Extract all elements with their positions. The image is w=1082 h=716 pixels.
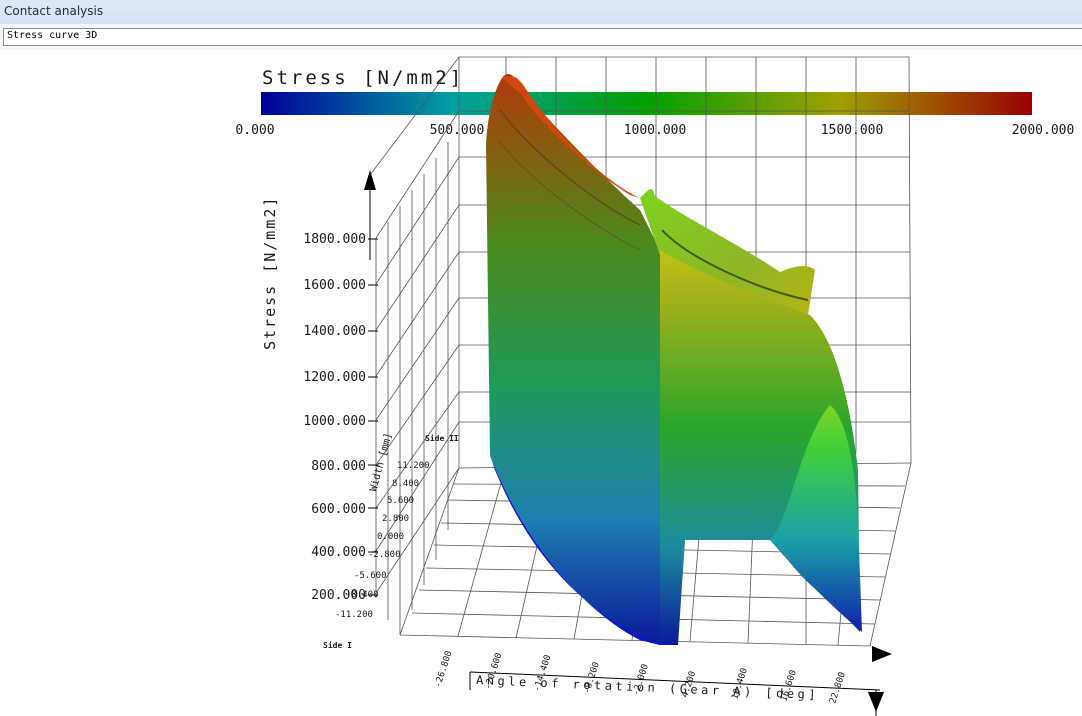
width-tick-1: 8.400 xyxy=(392,479,419,489)
z-axis-label: Stress [N/mm2] xyxy=(261,196,279,350)
colorbar-title: Stress [N/mm2] xyxy=(262,67,464,89)
width-tick-0: 11.200 xyxy=(397,461,430,471)
width-tick-3: 2.800 xyxy=(382,514,409,524)
view-selector-value: Stress curve 3D xyxy=(7,30,98,41)
width-tick-4: 0.000 xyxy=(377,532,404,542)
x-axis-arrow-icon xyxy=(872,646,892,662)
z-tick-400: 400.000 xyxy=(311,545,366,560)
z-tick-1800: 1800.000 xyxy=(303,232,366,247)
z-tick-1200: 1200.000 xyxy=(303,370,366,385)
toolbar: Stress curve 3D xyxy=(0,24,1082,50)
angle-tick-0: -26.800 xyxy=(433,650,454,689)
z-tick-1000: 1000.000 xyxy=(303,414,366,429)
z-axis: Stress [N/mm2] 200.000 400.000 600.000 8… xyxy=(261,196,378,603)
window-title: Contact analysis xyxy=(4,4,104,18)
angle-axis: -26.800 -20.600 -14.400 -8.200 -2.000 4.… xyxy=(433,650,848,705)
width-tick-8: -11.200 xyxy=(335,610,373,620)
side-i-label: Side I xyxy=(323,640,352,650)
side-ii-label: Side II xyxy=(425,433,459,443)
view-selector-dropdown[interactable]: Stress curve 3D xyxy=(3,28,1082,46)
stress-3d-plot[interactable]: Stress [N/mm2] 0.000 500.000 1000.000 15… xyxy=(0,50,1082,716)
z-tick-1600: 1600.000 xyxy=(303,278,366,293)
stress-3d-svg: Stress [N/mm2] 0.000 500.000 1000.000 15… xyxy=(235,56,1074,716)
colorbar-gradient xyxy=(261,92,1032,115)
colorbar-tick-0: 0.000 xyxy=(235,123,274,138)
colorbar: Stress [N/mm2] 0.000 500.000 1000.000 15… xyxy=(235,67,1074,138)
colorbar-tick-4: 2000.000 xyxy=(1012,123,1075,138)
colorbar-tick-2: 1000.000 xyxy=(624,123,687,138)
width-tick-2: 5.600 xyxy=(387,496,414,506)
z-tick-600: 600.000 xyxy=(311,502,366,517)
z-tick-1400: 1400.000 xyxy=(303,324,366,339)
width-tick-5: -2.800 xyxy=(368,550,401,560)
colorbar-tick-1: 500.000 xyxy=(430,123,485,138)
colorbar-tick-3: 1500.000 xyxy=(821,123,884,138)
width-tick-6: -5.600 xyxy=(354,571,387,581)
window-titlebar: Contact analysis xyxy=(0,0,1082,25)
width-tick-7: -8.400 xyxy=(346,590,379,600)
grid-side-wall xyxy=(369,56,460,635)
angle-axis-label: Angle of rotation (Gear A) [deg] xyxy=(476,673,819,702)
z-tick-800: 800.000 xyxy=(311,459,366,474)
width-axis-label: Width [mm] xyxy=(368,432,394,493)
